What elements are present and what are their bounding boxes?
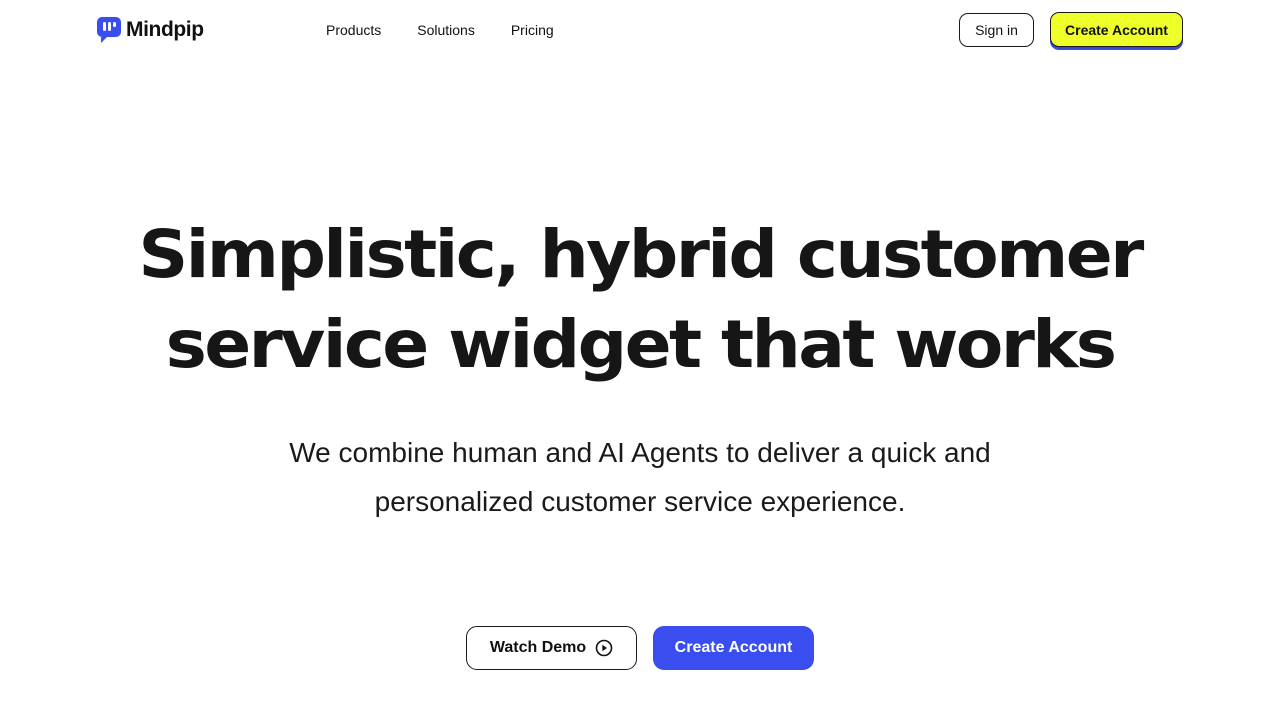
hero-subtitle-line-1: We combine human and AI Agents to delive… — [289, 437, 991, 468]
hero-title-line-1: Simplistic, hybrid customer — [138, 216, 1144, 293]
create-account-hero-button[interactable]: Create Account — [653, 626, 814, 670]
hero-title: Simplistic, hybrid customer service widg… — [0, 210, 1280, 390]
nav-link-solutions[interactable]: Solutions — [417, 21, 475, 39]
hero-subtitle: We combine human and AI Agents to delive… — [0, 428, 1280, 526]
top-navbar: Mindpip Products Solutions Pricing Sign … — [0, 0, 1280, 60]
sign-in-button[interactable]: Sign in — [959, 13, 1034, 47]
chat-bubble-logo-icon — [97, 17, 121, 43]
hero-title-line-2: service widget that works — [165, 306, 1117, 383]
brand-logo[interactable]: Mindpip — [96, 16, 204, 44]
create-account-nav-button[interactable]: Create Account — [1050, 12, 1183, 47]
main-nav: Products Solutions Pricing — [326, 21, 590, 39]
play-circle-icon — [595, 639, 613, 657]
nav-link-products[interactable]: Products — [326, 21, 381, 39]
brand-name: Mindpip — [126, 18, 204, 41]
watch-demo-button[interactable]: Watch Demo — [466, 626, 637, 670]
watch-demo-label: Watch Demo — [489, 639, 587, 656]
cta-row: Watch Demo Create Account — [466, 626, 814, 670]
nav-link-pricing[interactable]: Pricing — [511, 21, 554, 39]
hero-subtitle-line-2: personalized customer service experience… — [374, 486, 906, 517]
